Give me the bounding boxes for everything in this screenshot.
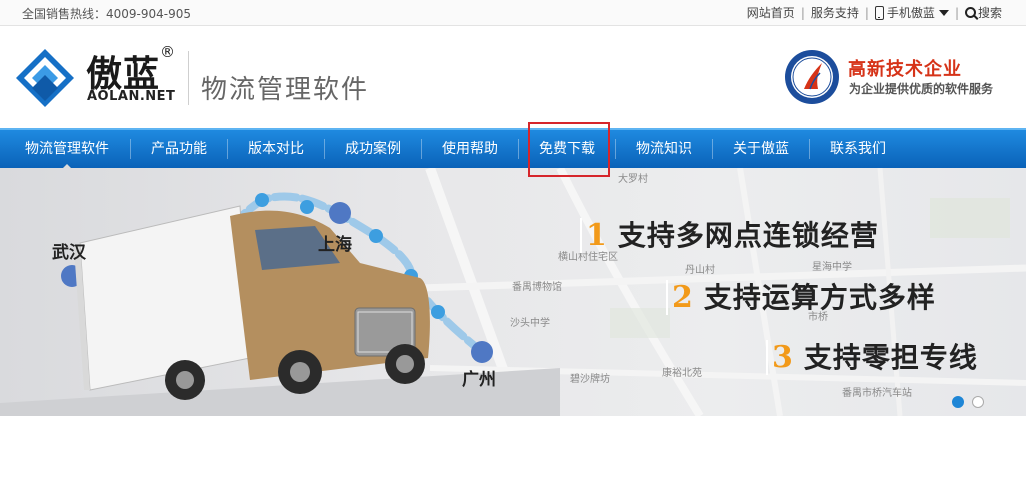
feature-text: 支持零担专线 [803, 341, 978, 374]
feature-number: 3 [766, 340, 794, 375]
nav-separator [324, 139, 325, 159]
feature-number: 1 [580, 218, 608, 253]
support-link[interactable]: 服务支持 [811, 4, 859, 21]
nav-item-help[interactable]: 使用帮助 [432, 130, 508, 168]
page: 全国销售热线：4009-904-905 网站首页 | 服务支持 | 手机傲蓝 |… [0, 0, 1026, 489]
nav-item-download[interactable]: 免费下载 [529, 130, 605, 168]
city-guangzhou: 广州 [462, 370, 496, 390]
aolan-logo-icon[interactable] [14, 47, 76, 109]
feature-number: 2 [666, 280, 694, 315]
site-tagline: 物流管理软件 [201, 75, 370, 105]
feature-text: 支持多网点连锁经营 [617, 219, 879, 252]
hero-banner[interactable]: 大罗村 横山村住宅区 丹山村 星海中学 番禺博物馆 沙头中学 市桥 碧沙牌坊 康… [0, 168, 1026, 416]
nav-item-logistics-software[interactable]: 物流管理软件 [14, 130, 120, 169]
mobile-label: 手机傲蓝 [886, 6, 935, 20]
nav-item-about[interactable]: 关于傲蓝 [723, 130, 799, 168]
separator: | [954, 5, 959, 20]
map-label: 番禺市桥汽车站 [842, 388, 912, 399]
badge-subtitle: 为企业提供优质的软件服务 [849, 82, 994, 96]
nav-item-versions[interactable]: 版本对比 [238, 130, 314, 168]
map-label: 大罗村 [618, 174, 648, 185]
slide-dot-1[interactable] [952, 396, 964, 408]
city-wuhan: 武汉 [52, 243, 86, 263]
top-bar: 全国销售热线：4009-904-905 网站首页 | 服务支持 | 手机傲蓝 |… [0, 0, 1026, 26]
map-label: 丹山村 [685, 265, 715, 276]
nav-separator [130, 139, 131, 159]
caret-down-icon [938, 9, 949, 16]
search-icon [964, 7, 976, 18]
separator: | [864, 5, 869, 20]
site-header: 傲蓝 ® AOLAN.NET 物流管理软件 高新技术企业 为企业提供优质的软件服… [0, 27, 1026, 128]
registered-mark: ® [160, 43, 175, 61]
nav-item-contact[interactable]: 联系我们 [820, 130, 896, 168]
city-shanghai: 上海 [318, 235, 352, 255]
nav-separator [809, 139, 810, 159]
nav-separator [712, 139, 713, 159]
feature-2: 2 支持运算方式多样 [666, 276, 936, 316]
map-label: 星海中学 [812, 262, 852, 273]
nav-item-cases[interactable]: 成功案例 [335, 130, 411, 168]
nav-separator [518, 139, 519, 159]
feature-text: 支持运算方式多样 [703, 281, 936, 314]
nav-item-knowledge[interactable]: 物流知识 [626, 130, 702, 168]
mobile-link[interactable]: 手机傲蓝 [874, 4, 949, 21]
badge-title: 高新技术企业 [848, 59, 962, 80]
nav-separator [615, 139, 616, 159]
nav-separator [421, 139, 422, 159]
feature-1: 1 支持多网点连锁经营 [580, 214, 879, 254]
map-label: 碧沙牌坊 [570, 374, 610, 385]
search-label: 搜索 [977, 6, 1002, 20]
search-link[interactable]: 搜索 [964, 4, 1002, 21]
map-label: 康裕北苑 [662, 368, 702, 379]
logo-domain: AOLAN.NET [87, 89, 176, 104]
separator: | [800, 5, 805, 20]
high-tech-seal-icon [785, 50, 839, 104]
phone-icon [874, 5, 884, 20]
logo-divider [188, 51, 189, 105]
feature-3: 3 支持零担专线 [766, 336, 978, 376]
top-links: 网站首页 | 服务支持 | 手机傲蓝 | 搜索 [747, 4, 1002, 21]
home-link[interactable]: 网站首页 [747, 4, 795, 21]
nav-item-features[interactable]: 产品功能 [141, 130, 217, 168]
slide-dot-2[interactable] [972, 396, 984, 408]
nav-separator [227, 139, 228, 159]
main-nav: 物流管理软件 产品功能 版本对比 成功案例 使用帮助 免费下载 物流知识 关于傲… [0, 128, 1026, 169]
sales-hotline: 全国销售热线：4009-904-905 [22, 7, 192, 21]
